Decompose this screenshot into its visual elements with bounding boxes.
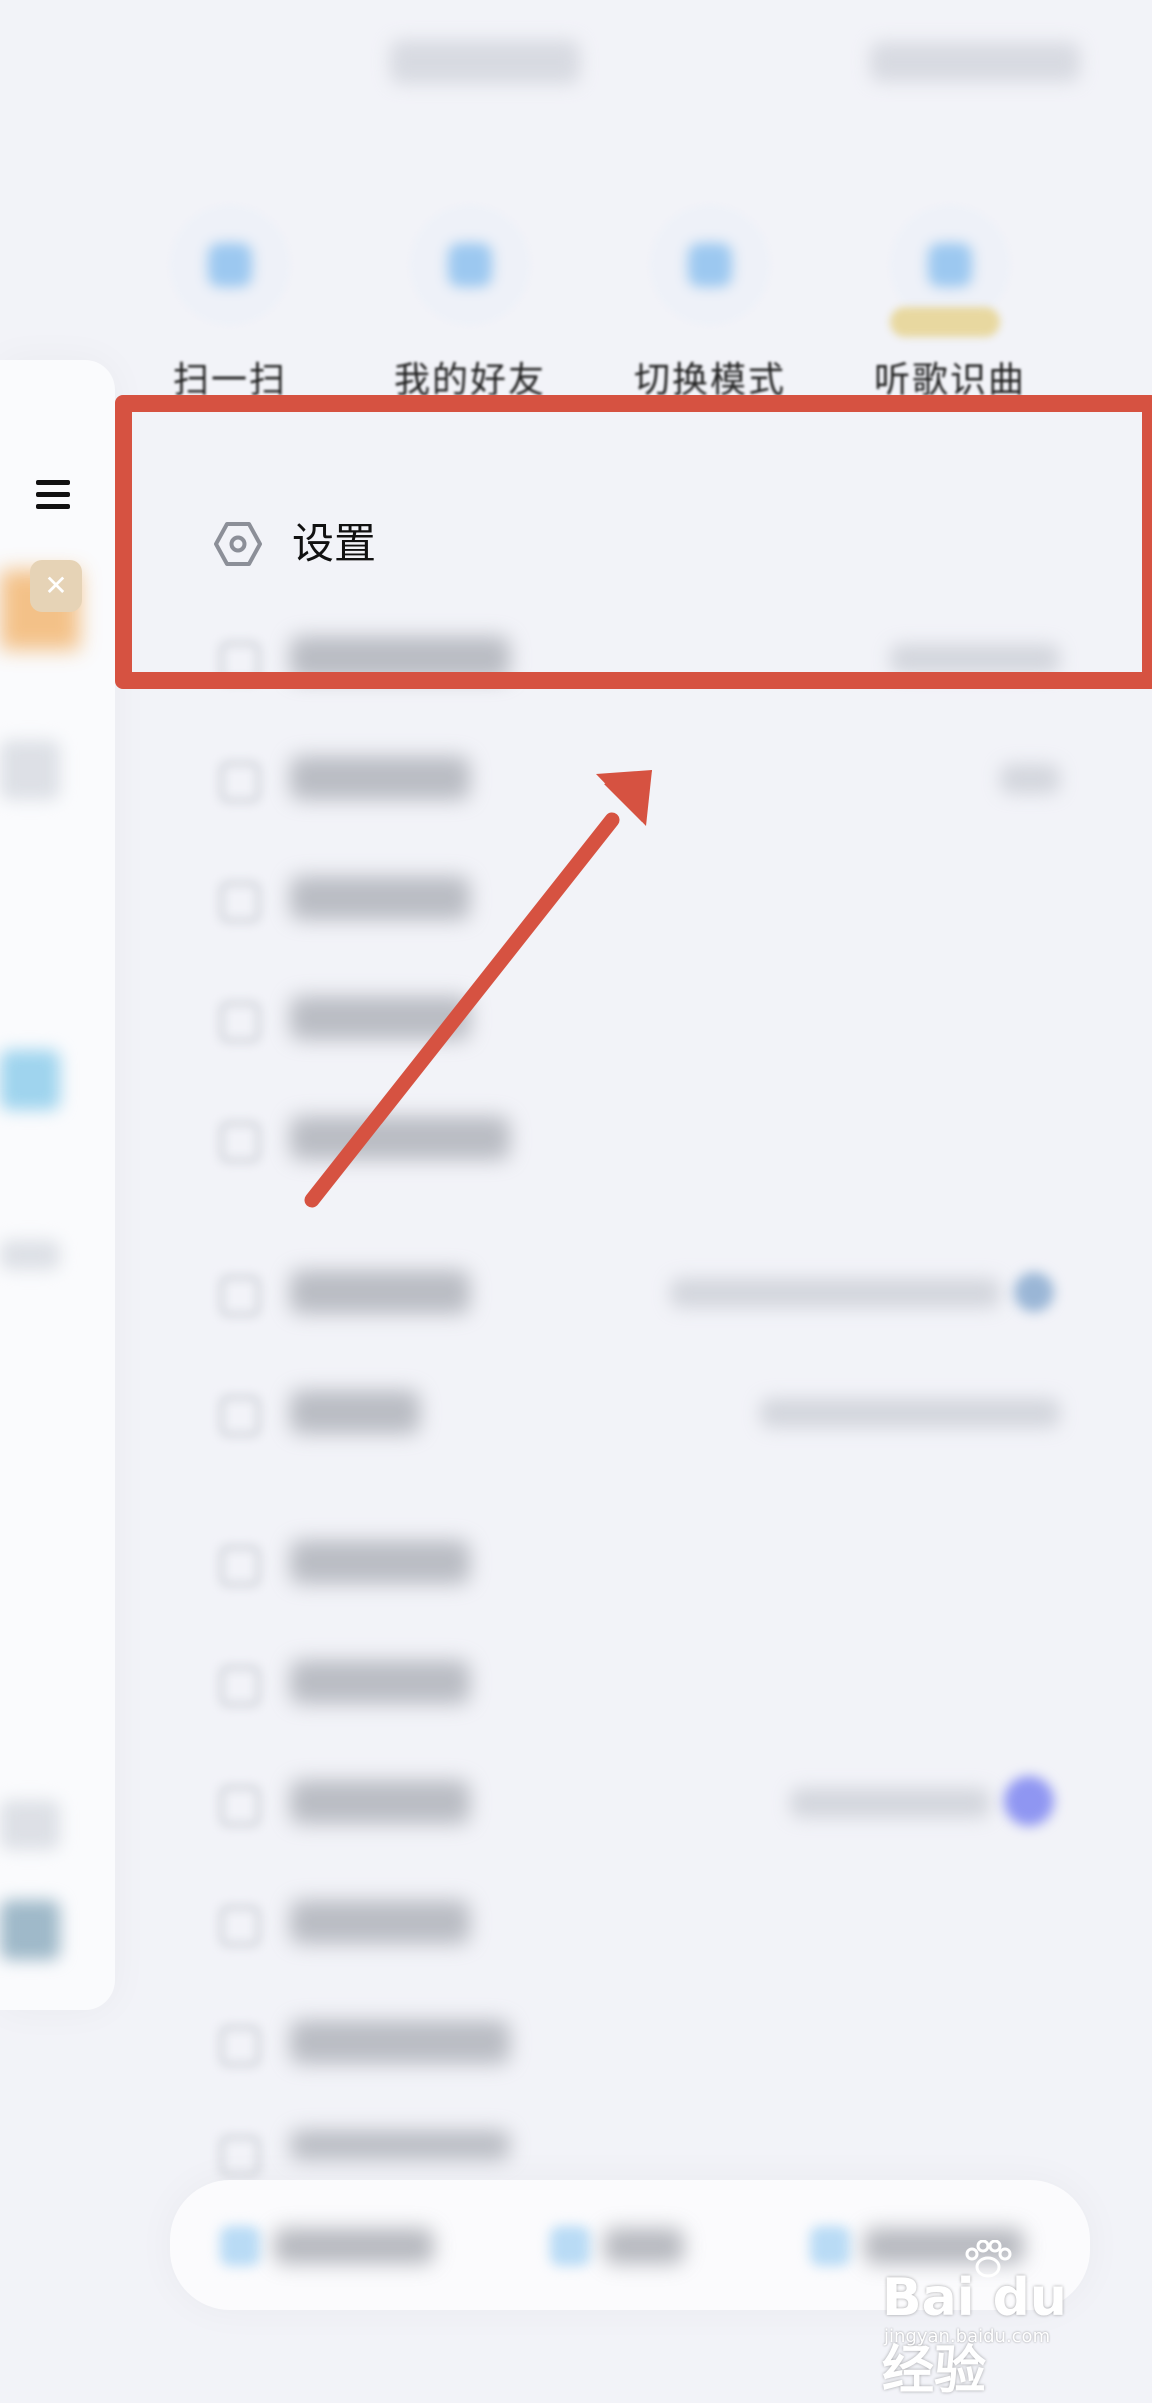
badge: [890, 307, 1000, 337]
top-right-blurred[interactable]: [870, 42, 1080, 82]
list-item[interactable]: [210, 1656, 1060, 1716]
blurred-item: [0, 1800, 60, 1850]
quick-action-label: 切换模式: [633, 360, 786, 395]
list-item[interactable]: [210, 1266, 1060, 1326]
quick-action-friends[interactable]: 我的好友: [370, 205, 570, 395]
friends-icon: [410, 205, 530, 325]
highlight-box: [115, 395, 1152, 689]
hamburger-menu-icon[interactable]: [36, 480, 70, 510]
list-item[interactable]: [210, 1896, 1060, 1956]
list-item[interactable]: [210, 2126, 1060, 2186]
blurred-item: [0, 1900, 60, 1960]
close-icon[interactable]: ✕: [30, 560, 82, 612]
quick-action-label: 我的好友: [393, 360, 546, 395]
scan-icon: [170, 205, 290, 325]
list-item[interactable]: [210, 872, 1060, 932]
quick-action-label: 听歌识曲: [873, 360, 1026, 395]
list-item[interactable]: [210, 752, 1060, 812]
blurred-item: [0, 1050, 60, 1110]
bottom-action[interactable]: [220, 2220, 440, 2270]
quick-action-switch-mode[interactable]: 切换模式: [610, 205, 810, 395]
quick-action-label: 扫一扫: [172, 360, 287, 395]
baidu-jingyan-watermark: Bai du 经验 jingyan.baidu.com: [880, 2240, 1130, 2401]
blurred-item: [0, 740, 60, 800]
list-item[interactable]: [210, 1536, 1060, 1596]
blurred-item: [0, 1240, 60, 1270]
top-title-blurred: [390, 40, 580, 84]
list-item[interactable]: [210, 1112, 1060, 1172]
bottom-action[interactable]: [550, 2220, 690, 2270]
quick-action-scan[interactable]: 扫一扫: [130, 205, 330, 395]
watermark-url: jingyan.baidu.com: [884, 2326, 1051, 2347]
list-item[interactable]: [210, 1386, 1060, 1446]
left-drawer-edge: ✕: [0, 360, 115, 2010]
top-bar: [0, 0, 1152, 150]
switch-mode-icon: [650, 205, 770, 325]
list-item[interactable]: [210, 1776, 1060, 1836]
list-item[interactable]: [210, 992, 1060, 1052]
quick-action-music-recognize[interactable]: 听歌识曲: [850, 205, 1050, 395]
list-item[interactable]: [210, 2016, 1060, 2076]
